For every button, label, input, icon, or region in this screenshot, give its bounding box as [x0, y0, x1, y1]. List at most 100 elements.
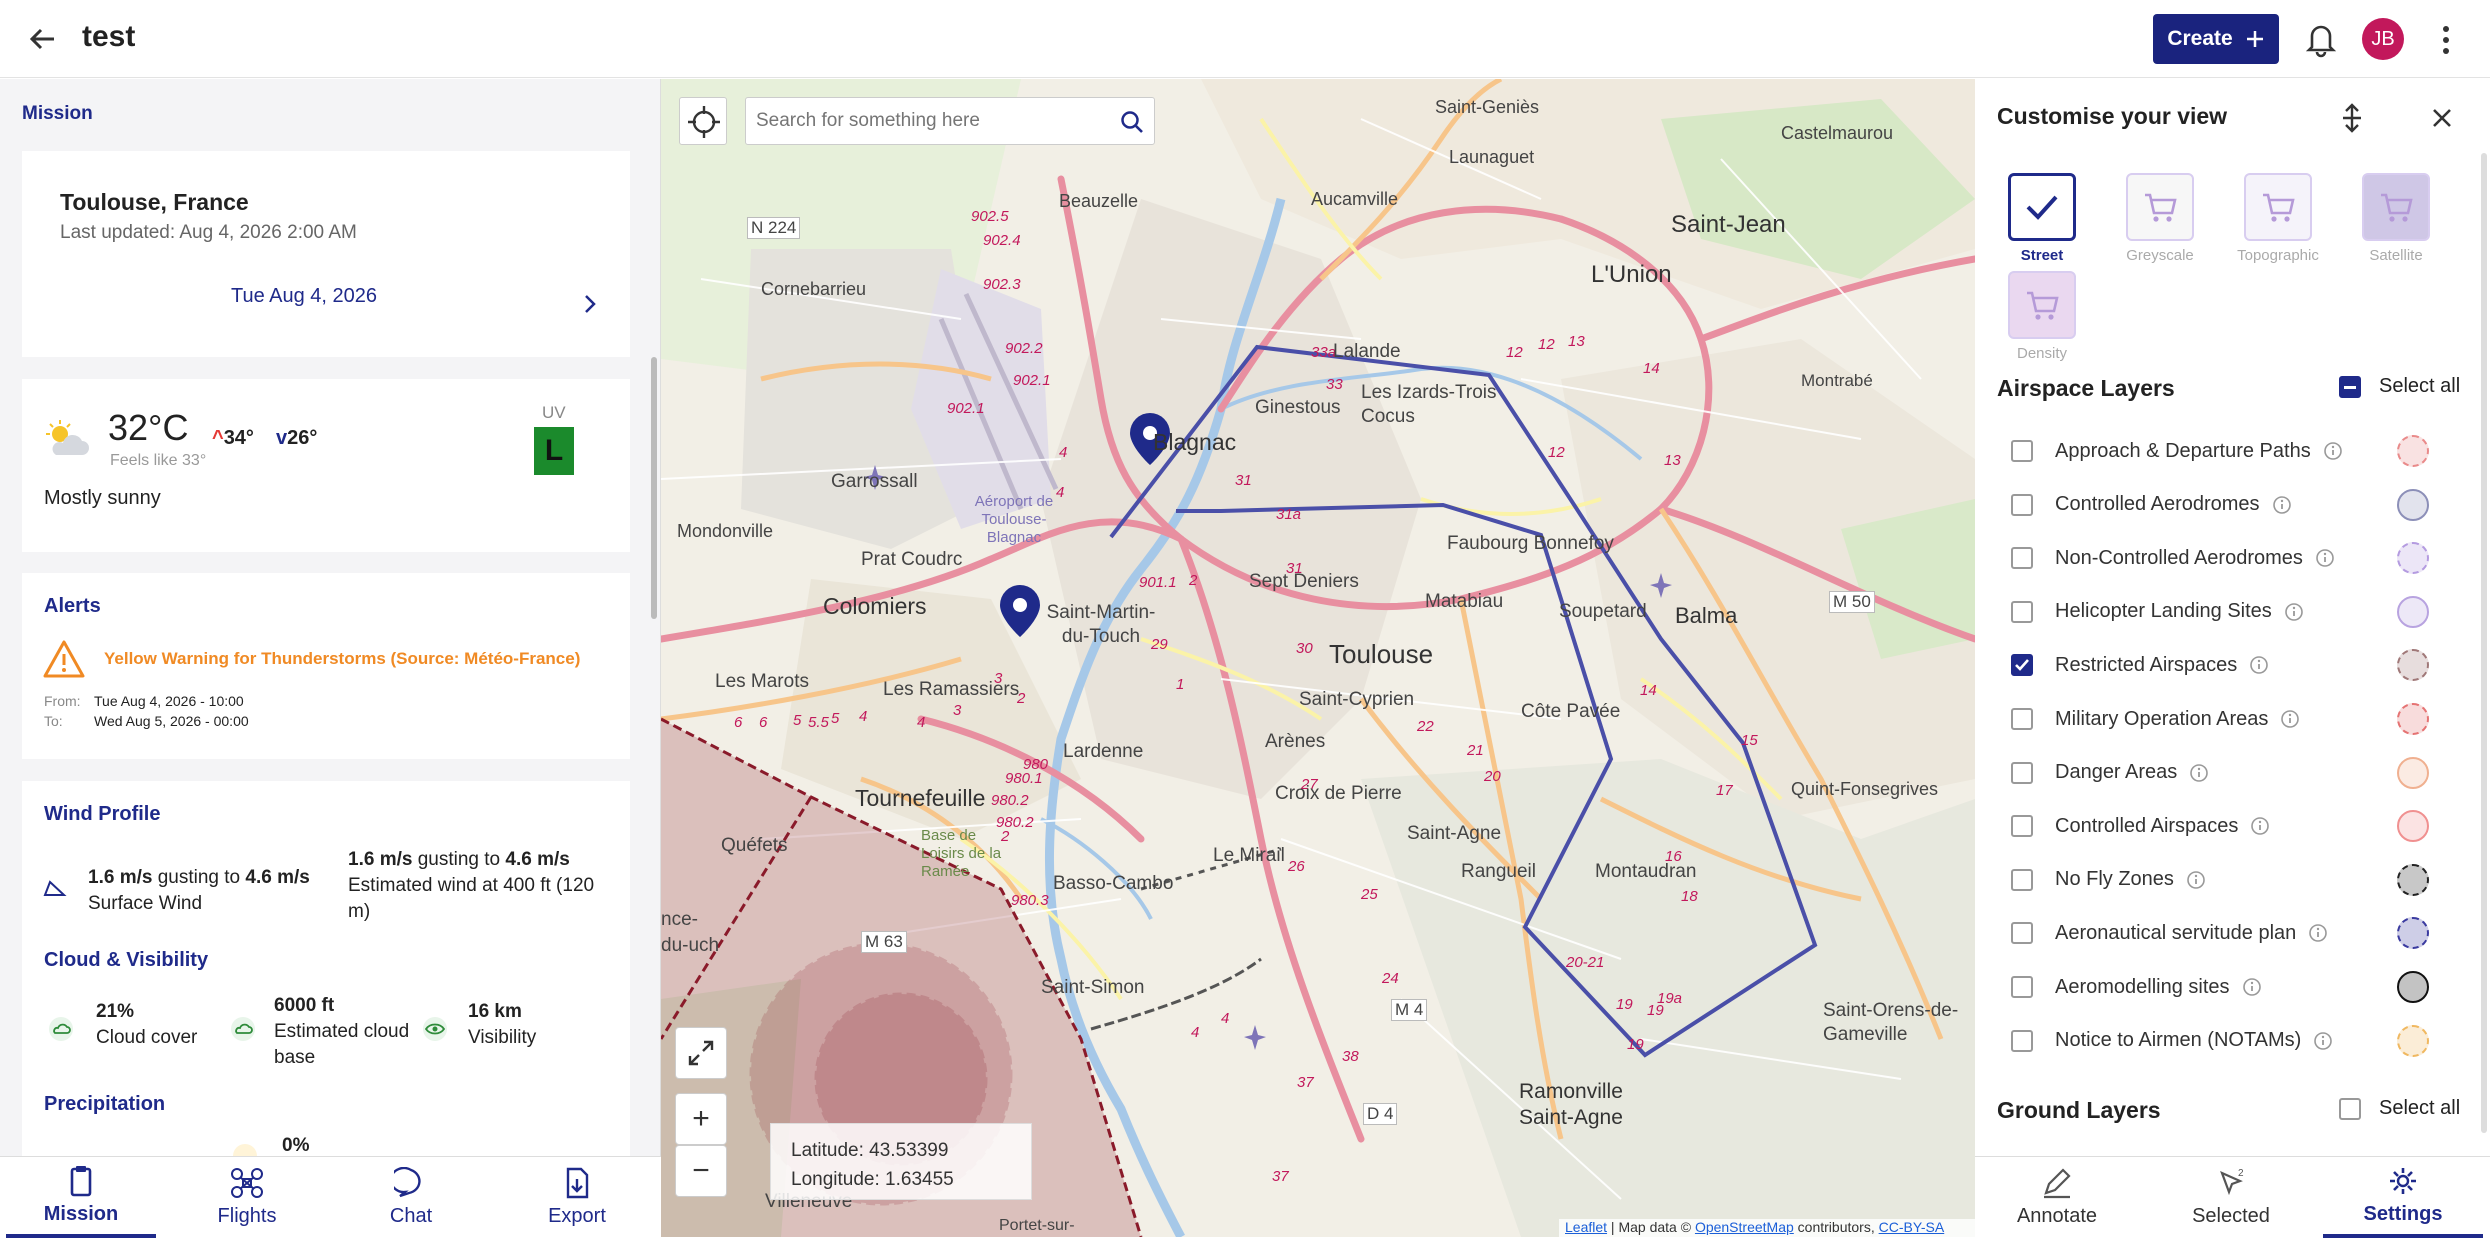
nav-export[interactable]: Export: [502, 1157, 652, 1238]
layer-row[interactable]: No Fly Zones: [2011, 860, 2461, 900]
location-card: Toulouse, France Last updated: Aug 4, 20…: [22, 151, 630, 357]
layer-color-swatch: [2397, 756, 2429, 789]
nav-settings[interactable]: Settings: [2323, 1157, 2483, 1238]
layer-row[interactable]: Aeromodelling sites: [2011, 967, 2461, 1007]
airspace-select-all[interactable]: Select all: [2339, 375, 2460, 398]
layer-checkbox[interactable]: [2011, 976, 2033, 998]
info-icon[interactable]: [2272, 495, 2292, 515]
layer-label: Restricted Airspaces: [2055, 653, 2238, 676]
more-options-icon[interactable]: [2438, 24, 2454, 56]
last-updated: Last updated: Aug 4, 2026 2:00 AM: [60, 222, 357, 243]
map-style-topographic[interactable]: Topographic: [2233, 173, 2323, 273]
layer-row[interactable]: Helicopter Landing Sites: [2011, 592, 2461, 632]
layer-checkbox[interactable]: [2011, 815, 2033, 838]
create-label: Create: [2167, 27, 2233, 50]
attribution-sep: | Map data ©: [1607, 1219, 1695, 1235]
svg-text:33a: 33a: [1311, 344, 1336, 361]
latitude: Latitude: 43.53399: [791, 1140, 949, 1161]
zoom-in-button[interactable]: +: [675, 1093, 727, 1145]
layer-row[interactable]: Restricted Airspaces: [2011, 645, 2461, 685]
layer-row[interactable]: Controlled Aerodromes: [2011, 485, 2461, 525]
layer-checkbox[interactable]: [2011, 708, 2033, 730]
info-icon[interactable]: [2249, 655, 2269, 675]
map-style-greyscale[interactable]: Greyscale: [2115, 173, 2205, 273]
svg-text:31: 31: [1235, 472, 1252, 489]
cart-icon: [2027, 291, 2059, 320]
info-icon[interactable]: [2189, 763, 2209, 783]
high-temp-value: 34°: [223, 427, 254, 449]
layer-row[interactable]: Aeronautical servitude plan: [2011, 913, 2461, 953]
nav-selected[interactable]: 2 Selected: [2151, 1157, 2311, 1238]
search-input[interactable]: [756, 98, 1096, 144]
layer-checkbox[interactable]: [2011, 440, 2033, 462]
info-icon[interactable]: [2313, 1031, 2333, 1051]
svg-text:13: 13: [1568, 333, 1585, 350]
info-icon[interactable]: [2280, 709, 2300, 729]
layer-row[interactable]: Danger Areas: [2011, 753, 2461, 793]
info-icon[interactable]: [2250, 816, 2270, 836]
zoom-out-button[interactable]: −: [675, 1145, 727, 1197]
resize-icon[interactable]: [2337, 103, 2367, 133]
cloud-visibility-title: Cloud & Visibility: [44, 949, 209, 971]
warning-text[interactable]: Yellow Warning for Thunderstorms (Source…: [104, 649, 580, 669]
svg-text:4: 4: [1059, 444, 1067, 461]
layer-row[interactable]: Notice to Airmen (NOTAMs): [2011, 1021, 2461, 1061]
map-style-street[interactable]: Street: [1997, 173, 2087, 273]
expand-icon: [688, 1040, 714, 1066]
svg-text:980.3: 980.3: [1011, 892, 1049, 909]
back-arrow-icon[interactable]: [24, 20, 62, 58]
search-icon[interactable]: [1120, 110, 1144, 134]
svg-text:980.2: 980.2: [991, 792, 1029, 809]
info-icon[interactable]: [2308, 923, 2328, 943]
svg-text:18: 18: [1681, 888, 1698, 905]
layer-label: Military Operation Areas: [2055, 707, 2269, 730]
layer-row[interactable]: Approach & Departure Paths: [2011, 431, 2461, 471]
layer-checkbox[interactable]: [2011, 1029, 2033, 1052]
wind-direction-icon: [43, 880, 67, 896]
map-style-satellite[interactable]: Satellite: [2351, 173, 2441, 273]
info-icon[interactable]: [2186, 870, 2206, 890]
cloud-base-label: Estimated cloud base: [274, 1021, 410, 1068]
layer-checkbox[interactable]: [2011, 868, 2033, 891]
layer-checkbox[interactable]: [2011, 493, 2033, 516]
osm-link[interactable]: OpenStreetMap: [1695, 1219, 1794, 1235]
ground-select-all-checkbox[interactable]: [2339, 1097, 2361, 1120]
svg-text:1: 1: [1176, 676, 1184, 693]
nav-chat[interactable]: Chat: [336, 1157, 486, 1238]
svg-text:22: 22: [1416, 718, 1434, 735]
avatar[interactable]: JB: [2362, 18, 2404, 60]
fullscreen-button[interactable]: [675, 1027, 727, 1079]
svg-text:16: 16: [1665, 848, 1682, 865]
locate-button[interactable]: [679, 97, 727, 145]
right-bottom-nav: Annotate 2 Selected Settings: [1975, 1156, 2490, 1238]
close-icon[interactable]: [2427, 103, 2457, 133]
layer-row[interactable]: Controlled Airspaces: [2011, 806, 2461, 846]
info-icon[interactable]: [2323, 441, 2343, 461]
license-link[interactable]: CC-BY-SA: [1879, 1219, 1945, 1235]
layer-row[interactable]: Military Operation Areas: [2011, 699, 2461, 739]
bell-icon[interactable]: [2304, 20, 2338, 58]
ground-select-all[interactable]: Select all: [2339, 1097, 2460, 1120]
nav-flights[interactable]: Flights: [172, 1157, 322, 1238]
left-scrollbar[interactable]: [651, 357, 657, 619]
alert-period: From: Tue Aug 4, 2026 - 10:00 To: Wed Aug …: [44, 693, 249, 729]
layer-checkbox[interactable]: [2011, 654, 2033, 677]
layer-row[interactable]: Non-Controlled Aerodromes: [2011, 538, 2461, 578]
nav-mission[interactable]: Mission: [6, 1157, 156, 1238]
map-style-label: Greyscale: [2126, 247, 2194, 264]
map-view[interactable]: 902.5 902.4 902.3 902.2 902.1 902.1 4 4 901.1 29 1…: [661, 79, 1975, 1237]
layer-checkbox[interactable]: [2011, 600, 2033, 623]
select-all-checkbox[interactable]: [2339, 375, 2361, 398]
info-icon[interactable]: [2242, 977, 2262, 997]
layer-checkbox[interactable]: [2011, 547, 2033, 570]
nav-annotate[interactable]: Annotate: [1977, 1157, 2137, 1238]
info-icon[interactable]: [2315, 548, 2335, 568]
create-button[interactable]: Create: [2153, 14, 2279, 64]
map-style-density[interactable]: Density: [1997, 271, 2087, 371]
leaflet-link[interactable]: Leaflet: [1565, 1219, 1607, 1235]
layer-checkbox[interactable]: [2011, 761, 2033, 784]
info-icon[interactable]: [2284, 602, 2304, 622]
chevron-right-icon[interactable]: [582, 293, 598, 315]
right-scrollbar[interactable]: [2481, 153, 2487, 1133]
layer-checkbox[interactable]: [2011, 922, 2033, 945]
